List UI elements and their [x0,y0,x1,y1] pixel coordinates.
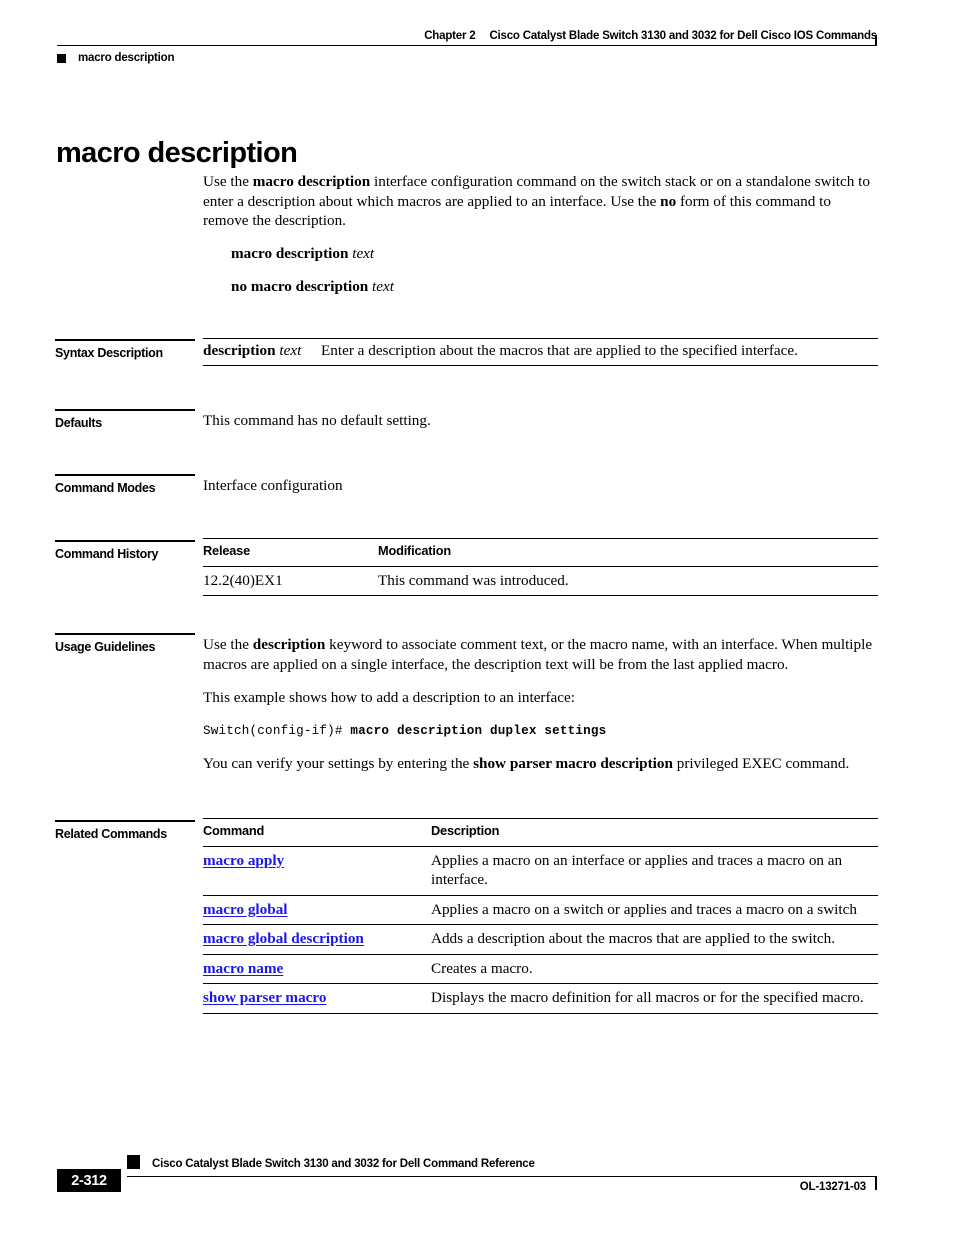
square-bullet-icon [57,53,66,63]
usage-paragraph-1: Use the description keyword to associate… [203,635,878,674]
usage-p3-part1: You can verify your settings by entering… [203,754,474,772]
usage-p1-part1: Use the [203,636,253,653]
footer-document-id: OL-13271-03 [799,1181,866,1193]
usage-p1-bold: description [252,636,326,653]
intro-text: Use the macro description interface conf… [203,172,878,231]
cell-modification: This command was introduced. [378,566,878,596]
usage-p3-bold: show parser macro description [473,754,673,772]
command-history-table: Release Modification 12.2(40)EX1 This co… [203,538,878,596]
section-label-related-commands: Related Commands [55,820,195,841]
syntax-line-1: macro description text [231,244,374,264]
cell-description: Adds a description about the macros that… [431,924,878,955]
syntax-command-2: no macro description [231,278,369,295]
syntax-command-1: macro description [231,245,349,262]
cell-description: Applies a macro on an interface or appli… [431,846,878,896]
cli-prompt: Switch(config-if)# [203,723,351,738]
link-macro-global-description[interactable]: macro global description [203,930,364,947]
link-macro-name[interactable]: macro name [203,960,283,977]
syntax-term-cell: description text [203,338,321,366]
column-header-command: Command [203,818,431,847]
link-macro-apply[interactable]: macro apply [203,852,284,869]
syntax-term-italic: text [279,342,302,359]
table-row: 12.2(40)EX1 This command was introduced. [203,566,878,596]
intro-part1: Use the [203,173,253,190]
section-label-command-modes: Command Modes [55,474,195,495]
cell-command: macro global [203,895,431,925]
usage-paragraph-2: This example shows how to add a descript… [203,689,575,706]
syntax-arg-2: text [372,278,394,295]
defaults-text: This command has no default setting. [203,412,431,429]
syntax-description-table: description text Enter a description abo… [203,338,878,366]
table-row: macro global description Adds a descript… [203,924,878,955]
table-header-row: Command Description [203,818,878,847]
intro-bold-no: no [660,192,677,210]
table-row: macro global Applies a macro on a switch… [203,895,878,925]
header-chapter-label: Chapter 2 [424,30,476,42]
column-header-description: Description [431,818,878,847]
table-row: description text Enter a description abo… [203,338,878,366]
cli-command: macro description duplex settings [350,723,607,738]
running-header: Chapter 2 Cisco Catalyst Blade Switch 31… [57,30,877,64]
syntax-definition-cell: Enter a description about the macros tha… [321,338,878,366]
syntax-line-2: no macro description text [231,277,394,297]
command-modes-text: Interface configuration [203,477,343,494]
table-header-row: Release Modification [203,538,878,567]
usage-guidelines-body: Use the description keyword to associate… [203,635,878,773]
cell-description: Applies a macro on a switch or applies a… [431,895,878,925]
footer-divider [127,1176,877,1190]
related-commands-table: Command Description macro apply Applies … [203,818,878,1014]
usage-paragraph-3: You can verify your settings by entering… [203,754,878,774]
header-topic-label: macro description [78,52,175,64]
page-number-badge: 2-312 [57,1169,121,1192]
section-label-syntax-description: Syntax Description [55,339,195,360]
link-show-parser-macro[interactable]: show parser macro [203,989,326,1006]
command-modes-body: Interface configuration [203,476,878,496]
header-topic-row: macro description [57,52,877,64]
header-titles: Chapter 2 Cisco Catalyst Blade Switch 31… [57,30,877,45]
intro-paragraph: Use the macro description interface conf… [203,172,878,231]
cell-command: macro apply [203,846,431,896]
cell-command: macro name [203,954,431,984]
cell-command: show parser macro [203,983,431,1014]
footer-book-title: Cisco Catalyst Blade Switch 3130 and 303… [152,1158,535,1170]
cell-command: macro global description [203,924,431,955]
section-label-usage-guidelines: Usage Guidelines [55,633,195,654]
page-title: macro description [56,137,298,170]
table-row: macro name Creates a macro. [203,954,878,984]
defaults-body: This command has no default setting. [203,411,878,431]
section-label-command-history: Command History [55,540,195,561]
section-label-defaults: Defaults [55,409,195,430]
intro-bold-command: macro description [252,173,371,190]
document-page: Chapter 2 Cisco Catalyst Blade Switch 31… [0,0,954,1235]
column-header-release: Release [203,538,378,567]
header-divider [57,35,877,46]
link-macro-global[interactable]: macro global [203,901,288,918]
column-header-modification: Modification [378,538,878,567]
table-row: macro apply Applies a macro on an interf… [203,846,878,896]
usage-p3-part2: privileged EXEC command. [672,754,850,772]
footer-square-icon [127,1155,140,1169]
cell-release: 12.2(40)EX1 [203,566,378,596]
syntax-arg-1: text [352,245,375,262]
syntax-term-bold: description [203,342,276,359]
cli-example: Switch(config-if)# macro description dup… [203,722,878,740]
header-book-title: Cisco Catalyst Blade Switch 3130 and 303… [489,30,877,42]
table-row: show parser macro Displays the macro def… [203,983,878,1014]
cell-description: Displays the macro definition for all ma… [431,983,878,1014]
cell-description: Creates a macro. [431,954,878,984]
